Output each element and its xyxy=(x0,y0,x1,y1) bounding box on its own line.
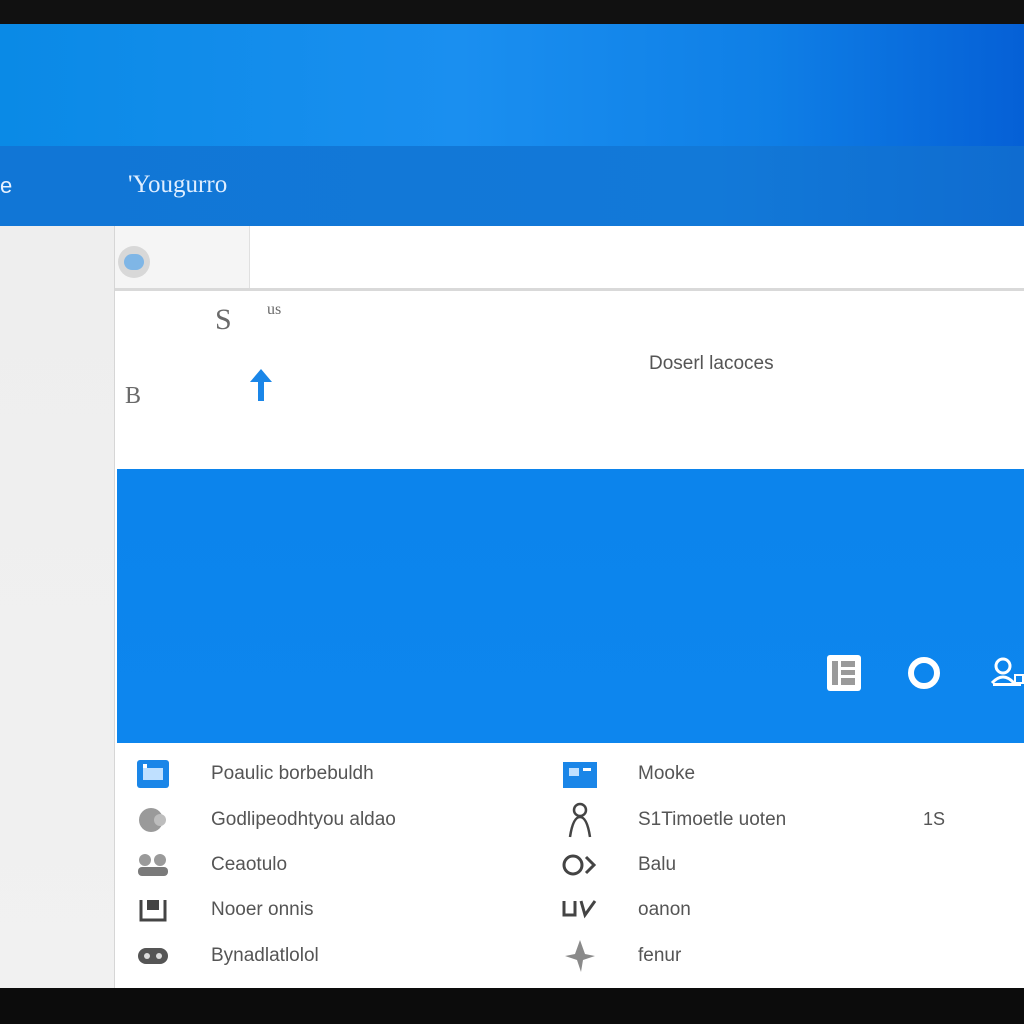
left-navigation-pane xyxy=(0,226,115,988)
person-icon xyxy=(560,802,600,838)
pin-icon xyxy=(560,938,600,974)
search-icon xyxy=(118,246,150,278)
circle-icon xyxy=(133,802,173,838)
calendar-icon xyxy=(133,756,173,792)
list-item-label: Bynadlatlolol xyxy=(211,945,319,966)
panel-glyph-small: us xyxy=(267,301,282,318)
list-item[interactable]: oanon xyxy=(560,890,1000,930)
user-settings-icon[interactable] xyxy=(985,651,1024,695)
arrow-up-icon xyxy=(250,369,272,401)
upload-button[interactable] xyxy=(243,365,279,405)
search-row xyxy=(115,226,1024,291)
list-item-label: Poaulic borbebuldh xyxy=(211,763,374,784)
panel-glyph-top: S xyxy=(215,303,232,336)
item-count: 1S xyxy=(923,809,946,829)
list-item-label: Balu xyxy=(638,854,677,875)
group-icon xyxy=(133,847,173,883)
box-icon xyxy=(133,892,173,928)
list-item-label: Nooer onnis xyxy=(211,899,314,920)
bottom-bar xyxy=(0,988,1024,1024)
list-item-label: Godlipeodhtyou aldao xyxy=(211,809,396,830)
cup-icon xyxy=(560,892,600,928)
list-item[interactable]: Ceaotulo xyxy=(133,845,553,885)
list-item-label: Ceaotulo xyxy=(211,854,288,875)
search-button[interactable] xyxy=(115,226,250,288)
download-label[interactable]: Doserl lacoces xyxy=(649,353,774,375)
list-item[interactable]: Bynadlatlolol xyxy=(133,936,553,976)
list-item[interactable]: Godlipeodhtyou aldao xyxy=(133,800,553,840)
app-title: 'Yougurro xyxy=(128,171,228,198)
list-item-label: S1Timoetle uoten xyxy=(638,809,787,830)
list-item-label: fenur xyxy=(638,945,682,966)
main-content: S us B Doserl lacoces Poaulic borbebuldh… xyxy=(115,226,1024,988)
title-bar: e 'Yougurro xyxy=(0,146,1024,226)
gamepad-icon xyxy=(133,938,173,974)
folder-icon xyxy=(560,756,600,792)
settings-list: Poaulic borbebuldh Godlipeodhtyou aldao … xyxy=(115,743,1024,988)
list-item[interactable]: Nooer onnis xyxy=(133,890,553,930)
document-icon[interactable] xyxy=(822,651,866,695)
list-item[interactable]: Poaulic borbebuldh xyxy=(133,754,553,794)
app-window: e 'Yougurro S us B Doserl lacoces Poauli… xyxy=(0,24,1024,988)
list-item[interactable]: fenur xyxy=(560,936,1000,976)
blue-banner xyxy=(117,469,1024,743)
list-item[interactable]: Balu xyxy=(560,845,1000,885)
title-edge-glyph: e xyxy=(0,173,13,198)
upper-panel: S us B Doserl lacoces xyxy=(115,291,1024,447)
search-input[interactable] xyxy=(251,232,1015,282)
panel-glyph-left: B xyxy=(125,383,142,409)
list-item-label: Mooke xyxy=(638,763,696,784)
list-item-label: oanon xyxy=(638,899,691,920)
top-band xyxy=(0,24,1024,146)
badge-icon xyxy=(560,847,600,883)
list-item[interactable]: Mooke xyxy=(560,754,1000,794)
refresh-icon[interactable] xyxy=(902,651,946,695)
